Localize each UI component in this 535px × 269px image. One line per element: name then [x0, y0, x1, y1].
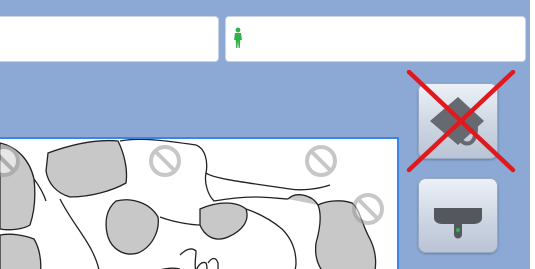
image-viewer[interactable]	[0, 137, 399, 269]
window-edge	[530, 0, 535, 269]
patient-name-field[interactable]	[0, 16, 219, 62]
no-entry-icon[interactable]	[352, 193, 384, 225]
no-entry-icon[interactable]	[149, 145, 181, 177]
app-window	[0, 0, 530, 269]
skull-outline-image	[0, 139, 384, 269]
disabled-cross-icon	[406, 70, 516, 173]
patient-info-field[interactable]	[225, 16, 526, 62]
bite-block-holder-button[interactable]	[418, 178, 498, 253]
person-standing-icon	[234, 27, 242, 48]
bite-block-holder-icon	[434, 208, 482, 239]
no-entry-icon[interactable]	[305, 145, 337, 177]
no-entry-icon[interactable]	[0, 145, 20, 177]
